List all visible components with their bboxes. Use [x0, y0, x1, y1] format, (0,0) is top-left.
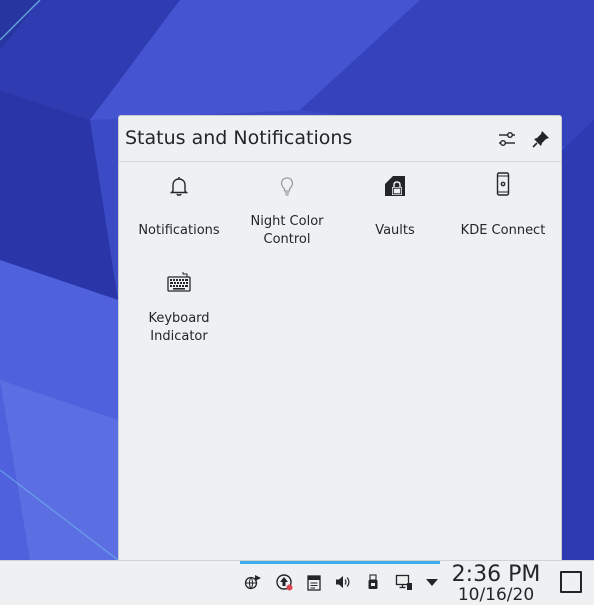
phone-icon — [496, 172, 510, 196]
tray-item-keyboard-indicator[interactable]: Keyboard Indicator — [125, 268, 233, 348]
tray-item-night-color[interactable]: Night Color Control — [233, 172, 341, 252]
network-wired-icon — [395, 574, 412, 590]
bell-icon — [169, 177, 189, 196]
item-label-line-2: Indicator — [150, 329, 208, 344]
usb-device-icon — [368, 574, 378, 589]
tray-clipboard[interactable] — [305, 573, 323, 591]
configure-icon — [499, 132, 515, 146]
item-label-line-1: Keyboard — [148, 311, 210, 326]
show-desktop-button[interactable] — [560, 571, 582, 593]
update-icon — [276, 574, 293, 591]
item-label: KDE Connect — [460, 223, 546, 238]
tray-devices[interactable] — [364, 573, 382, 591]
item-label: Vaults — [375, 223, 415, 238]
tray-updates[interactable] — [275, 573, 293, 591]
tray-network-share[interactable] — [244, 573, 262, 591]
popup-header: Status and Notifications — [119, 116, 561, 162]
clock-time[interactable]: 2:36 PM — [446, 562, 546, 587]
pin-icon — [532, 131, 549, 148]
clipboard-icon — [307, 575, 321, 591]
vault-lock-icon — [385, 176, 405, 196]
tray-volume[interactable] — [334, 573, 352, 591]
bottom-panel: 2:36 PM 10/16/20 — [0, 560, 594, 605]
clock-date[interactable]: 10/16/20 — [446, 585, 546, 605]
keyboard-icon — [167, 272, 191, 292]
tray-item-notifications[interactable]: Notifications — [125, 172, 233, 242]
tray-network[interactable] — [395, 573, 413, 591]
tray-item-kde-connect[interactable]: KDE Connect — [449, 172, 557, 242]
active-tray-indicator — [240, 561, 440, 564]
show-desktop-icon — [562, 573, 580, 591]
status-notifications-popup: Status and Notifications Notifications N… — [118, 115, 562, 560]
network-share-icon — [244, 575, 261, 590]
expand-arrow-icon — [426, 579, 438, 586]
item-label: Notifications — [138, 223, 220, 238]
pin-button[interactable] — [531, 129, 551, 149]
volume-icon — [336, 576, 350, 588]
item-label-line-1: Night Color — [250, 214, 324, 229]
tray-item-vaults[interactable]: Vaults — [341, 172, 449, 242]
item-label-line-2: Control — [263, 232, 311, 247]
popup-title: Status and Notifications — [125, 127, 353, 149]
configure-button[interactable] — [497, 129, 517, 149]
lightbulb-icon — [280, 177, 294, 196]
tray-expand-button[interactable] — [423, 573, 441, 591]
